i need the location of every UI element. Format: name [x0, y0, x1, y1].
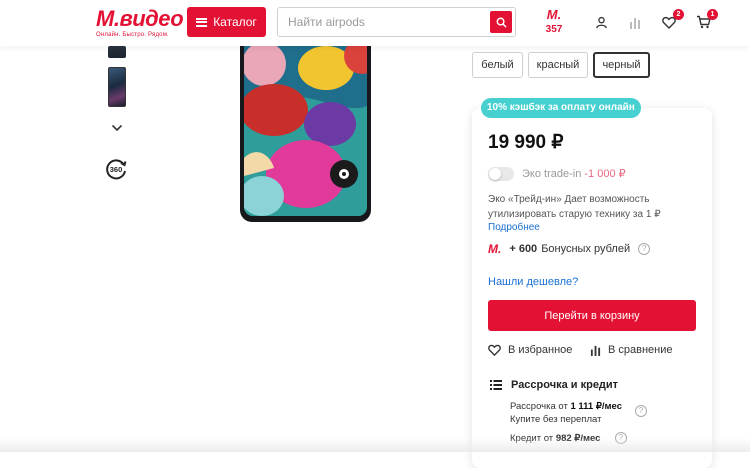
color-option-black[interactable]: черный [593, 52, 650, 78]
credit-section-title[interactable]: Рассрочка и кредит [490, 379, 618, 391]
bonus-points-row: М. + 600 Бонусных рублей ? [488, 242, 651, 256]
page-bottom-fade [0, 438, 750, 452]
help-icon[interactable]: ? [638, 243, 651, 255]
installment-info: Рассрочка от 1 111 ₽/мес Купите без пере… [510, 400, 622, 426]
go-to-cart-button[interactable]: Перейти в корзину [488, 300, 696, 331]
logo-tagline: Онлайн. Быстро. Рядом. [96, 32, 169, 38]
color-option-red[interactable]: красный [528, 52, 588, 78]
search-input[interactable] [278, 8, 478, 36]
tradein-toggle[interactable] [488, 167, 514, 181]
bonus-text: Бонусных рублей [541, 243, 631, 255]
color-option-label: черный [602, 59, 641, 71]
search-box [277, 7, 516, 37]
installment-note: Купите без переплат [510, 414, 602, 425]
favorites-button[interactable]: 2 [661, 9, 684, 30]
view-360-button[interactable]: 360 [104, 157, 128, 181]
compare-icon [590, 345, 601, 356]
phone-screen [244, 46, 367, 216]
compare-icon [630, 17, 640, 29]
mvideo-logo[interactable]: М.видео Онлайн. Быстро. Рядом. [96, 6, 184, 40]
favorites-badge: 2 [673, 9, 684, 20]
chevron-down-icon [111, 124, 123, 132]
logo-text: М.видео [96, 6, 184, 31]
list-icon [490, 380, 502, 390]
found-cheaper-link[interactable]: Нашли дешевле? [488, 276, 578, 288]
catalog-label: Каталог [213, 15, 257, 29]
cart-badge: 1 [707, 9, 718, 20]
bonus-balance[interactable]: М. 357 [542, 7, 566, 36]
user-icon [595, 16, 607, 28]
menu-icon [196, 17, 208, 27]
tradein-text: Эко trade-in -1 000 ₽ [522, 167, 626, 180]
compare-label: В сравнение [608, 344, 673, 356]
add-to-compare-button[interactable]: В сравнение [590, 344, 673, 356]
color-option-label: красный [536, 59, 580, 71]
go-to-cart-label: Перейти в корзину [544, 309, 640, 322]
catalog-button[interactable]: Каталог [187, 7, 266, 37]
tradein-label: Эко trade-in [522, 168, 582, 180]
gallery-thumbnail[interactable] [108, 46, 126, 58]
color-option-white[interactable]: белый [472, 52, 523, 78]
site-header: М.видео Онлайн. Быстро. Рядом. Каталог М… [0, 0, 750, 46]
view-360-label: 360 [110, 165, 123, 174]
installment-prefix: Рассрочка от [510, 401, 568, 412]
credit-title-label: Рассрочка и кредит [511, 379, 619, 391]
bonus-mark: М. [546, 7, 562, 22]
gallery-scroll-down[interactable] [111, 119, 123, 137]
help-icon[interactable]: ? [635, 405, 647, 417]
search-icon [496, 17, 507, 28]
tradein-discount: -1 000 ₽ [584, 168, 626, 180]
wallpaper-art [244, 46, 367, 216]
color-option-label: белый [481, 59, 514, 71]
gallery-thumbnail[interactable] [108, 67, 126, 107]
installment-amount: 1 111 ₽/мес [570, 401, 622, 412]
favorites-label: В избранное [508, 344, 573, 356]
cart-button[interactable]: 1 [695, 9, 718, 30]
view-360-icon: 360 [106, 159, 127, 180]
product-image[interactable] [240, 46, 371, 222]
user-button[interactable] [593, 14, 609, 30]
product-price: 19 990 ₽ [488, 132, 564, 153]
compare-button[interactable] [627, 14, 643, 30]
bonus-logo-icon: М. [488, 242, 502, 256]
tradein-description: Эко «Трейд-ин» Дает возможность утилизир… [488, 194, 661, 220]
bonus-count: 357 [545, 24, 563, 35]
more-info-link[interactable]: Подробнее [488, 222, 540, 233]
add-to-favorites-button[interactable]: В избранное [488, 344, 572, 356]
search-button[interactable] [490, 11, 512, 33]
heart-icon [488, 344, 501, 356]
bonus-amount: + 600 [509, 243, 538, 255]
cashback-badge: 10% кэшбэк за оплату онлайн [481, 98, 641, 118]
